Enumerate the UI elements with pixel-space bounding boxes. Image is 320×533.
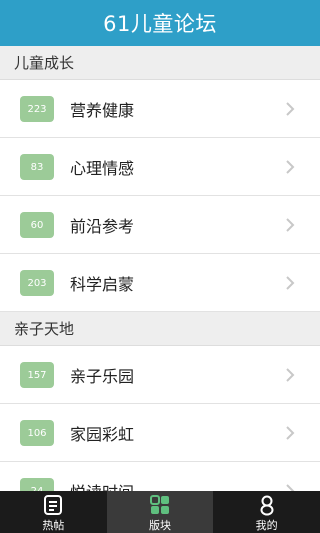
forum-row[interactable]: 60 前沿参考: [0, 196, 320, 254]
tab-label: 热帖: [42, 519, 65, 532]
post-count-badge: 223: [20, 96, 54, 122]
tab-label: 我的: [255, 519, 278, 532]
chevron-right-icon: [286, 160, 295, 174]
tab-mine[interactable]: 我的: [213, 491, 320, 533]
forum-name: 营养健康: [70, 100, 135, 120]
chevron-right-icon: [286, 276, 295, 290]
section-title: 儿童成长: [14, 54, 75, 72]
forum-name: 心理情感: [70, 158, 135, 178]
app-screen: 61儿童论坛 儿童成长 223 营养健康 83 心理情感 60 前沿参考 203…: [0, 0, 320, 533]
chevron-right-icon: [286, 484, 295, 491]
forum-name: 科学启蒙: [70, 274, 135, 294]
post-count-badge: 106: [20, 420, 54, 446]
tab-boards[interactable]: 版块: [106, 491, 214, 533]
section-title: 亲子天地: [14, 320, 75, 338]
forum-name: 亲子乐园: [70, 366, 135, 386]
forum-row[interactable]: 24 悦读时间: [0, 462, 320, 491]
forum-name: 家园彩虹: [70, 424, 135, 444]
post-count-badge: 157: [20, 362, 54, 388]
forum-name: 前沿参考: [70, 216, 135, 236]
tab-hot-posts[interactable]: 热帖: [0, 491, 107, 533]
section-header-growth: 儿童成长: [0, 46, 320, 80]
page-title: 61儿童论坛: [103, 12, 217, 36]
document-icon: [44, 495, 63, 515]
bottom-tab-bar: 热帖 版块 我的: [0, 491, 320, 533]
chevron-right-icon: [286, 426, 295, 440]
forum-list[interactable]: 儿童成长 223 营养健康 83 心理情感 60 前沿参考 203 科学启蒙 亲…: [0, 46, 320, 491]
forum-row[interactable]: 106 家园彩虹: [0, 404, 320, 462]
post-count-badge: 203: [20, 270, 54, 296]
forum-row[interactable]: 203 科学启蒙: [0, 254, 320, 312]
person-icon: [260, 495, 274, 516]
tab-label: 版块: [149, 519, 171, 532]
title-bar: 61儿童论坛: [0, 0, 320, 46]
post-count-badge: 83: [20, 154, 54, 180]
section-header-parenting: 亲子天地: [0, 312, 320, 346]
forum-row[interactable]: 157 亲子乐园: [0, 346, 320, 404]
post-count-badge: 60: [20, 212, 54, 238]
post-count-badge: 24: [20, 478, 54, 491]
forum-row[interactable]: 223 营养健康: [0, 80, 320, 138]
chevron-right-icon: [286, 368, 295, 382]
forum-name: 悦读时间: [70, 479, 134, 492]
forum-row[interactable]: 83 心理情感: [0, 138, 320, 196]
chevron-right-icon: [286, 102, 295, 116]
grid-icon: [150, 495, 169, 514]
chevron-right-icon: [286, 218, 295, 232]
